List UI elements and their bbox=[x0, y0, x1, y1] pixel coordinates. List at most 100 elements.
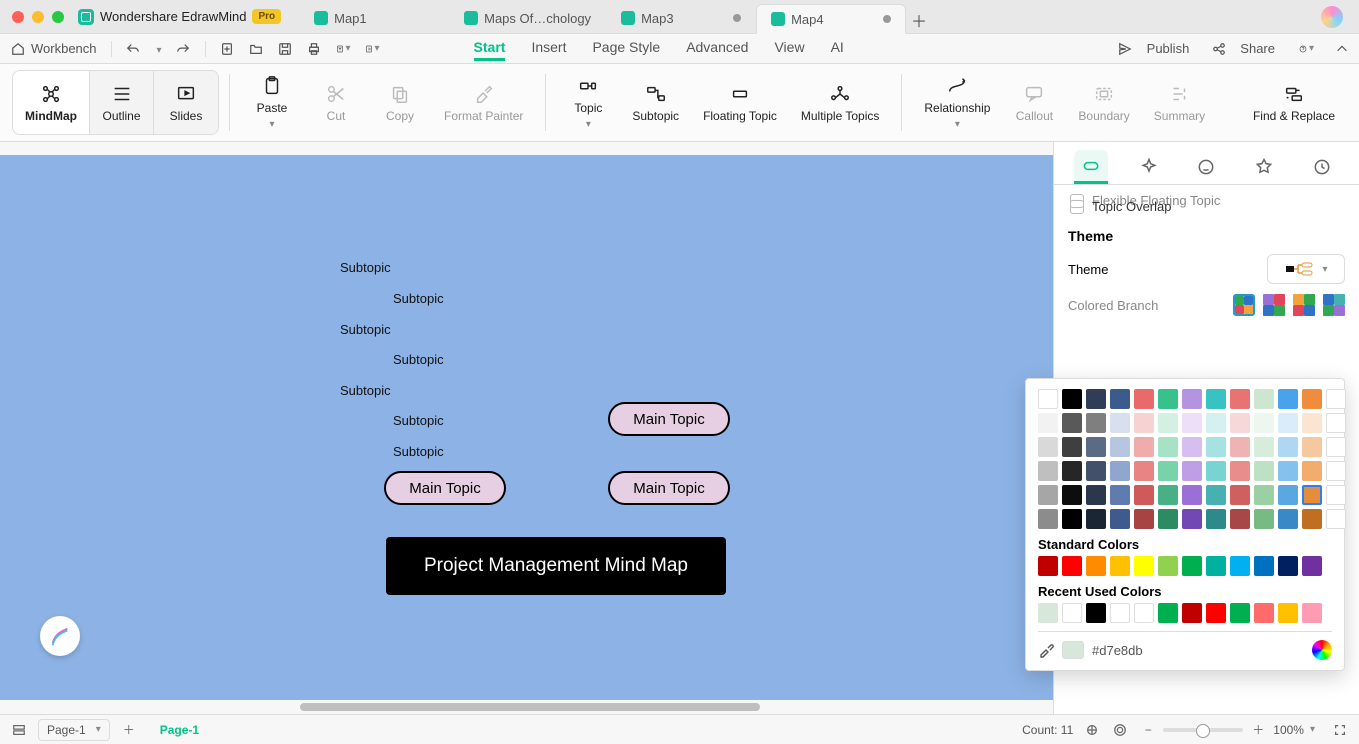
locate-button[interactable] bbox=[1111, 723, 1129, 737]
multiple-topics-button[interactable]: Multiple Topics bbox=[789, 70, 891, 135]
color-swatch[interactable] bbox=[1182, 461, 1202, 481]
undo-history-dropdown[interactable] bbox=[155, 41, 162, 56]
page-dropdown[interactable]: Page-1 ▾ bbox=[38, 719, 110, 741]
subtopic-node[interactable]: Subtopic bbox=[340, 260, 391, 275]
redo-button[interactable] bbox=[176, 41, 191, 56]
save-button[interactable] bbox=[278, 41, 293, 56]
theme-select[interactable]: ▾ bbox=[1267, 254, 1345, 284]
view-mindmap-button[interactable]: MindMap bbox=[13, 71, 90, 134]
eyedropper-button[interactable] bbox=[1038, 642, 1054, 658]
color-swatch[interactable] bbox=[1038, 603, 1058, 623]
color-swatch[interactable] bbox=[1206, 485, 1226, 505]
color-swatch[interactable] bbox=[1110, 437, 1130, 457]
color-swatch[interactable] bbox=[1038, 389, 1058, 409]
color-swatch[interactable] bbox=[1158, 485, 1178, 505]
main-topic-node[interactable]: Main Topic bbox=[384, 471, 506, 505]
subtopic-node[interactable]: Subtopic bbox=[340, 383, 391, 398]
color-swatch[interactable] bbox=[1062, 509, 1082, 529]
menu-view[interactable]: View bbox=[774, 36, 804, 61]
color-swatch[interactable] bbox=[1134, 509, 1154, 529]
panel-tab-emoji[interactable] bbox=[1189, 150, 1223, 184]
color-swatch[interactable] bbox=[1206, 413, 1226, 433]
color-swatch[interactable] bbox=[1134, 461, 1154, 481]
undo-button[interactable] bbox=[126, 41, 141, 56]
help-button[interactable] bbox=[1299, 41, 1314, 56]
color-swatch[interactable] bbox=[1254, 437, 1274, 457]
color-swatch[interactable] bbox=[1254, 509, 1274, 529]
panel-tab-style[interactable] bbox=[1247, 150, 1281, 184]
color-swatch[interactable] bbox=[1302, 509, 1322, 529]
minimize-window-icon[interactable] bbox=[32, 11, 44, 23]
color-swatch[interactable] bbox=[1326, 461, 1346, 481]
color-swatch[interactable] bbox=[1302, 556, 1322, 576]
color-swatch[interactable] bbox=[1182, 556, 1202, 576]
color-swatch[interactable] bbox=[1230, 461, 1250, 481]
doc-tab-map1[interactable]: Map1 bbox=[299, 3, 449, 33]
color-swatch[interactable] bbox=[1134, 556, 1154, 576]
page-tab-active[interactable]: Page-1 bbox=[148, 723, 211, 737]
color-swatch[interactable] bbox=[1062, 389, 1082, 409]
copy-button[interactable]: Copy bbox=[368, 70, 432, 135]
subtopic-node[interactable]: Subtopic bbox=[393, 291, 444, 306]
close-window-icon[interactable] bbox=[12, 11, 24, 23]
color-swatch[interactable] bbox=[1134, 485, 1154, 505]
fullscreen-button[interactable] bbox=[1331, 723, 1349, 737]
format-painter-button[interactable]: Format Painter bbox=[432, 70, 535, 135]
publish-button[interactable]: Publish bbox=[1147, 41, 1190, 56]
import-button[interactable] bbox=[365, 41, 380, 56]
topic-button[interactable]: Topic ▾ bbox=[556, 70, 620, 135]
color-swatch[interactable] bbox=[1254, 389, 1274, 409]
color-swatch[interactable] bbox=[1038, 485, 1058, 505]
open-file-button[interactable] bbox=[249, 41, 264, 56]
color-swatch[interactable] bbox=[1230, 413, 1250, 433]
color-swatch[interactable] bbox=[1254, 461, 1274, 481]
color-swatch[interactable] bbox=[1062, 413, 1082, 433]
workbench-button[interactable]: Workbench bbox=[10, 41, 97, 56]
root-topic-node[interactable]: Project Management Mind Map bbox=[386, 537, 726, 595]
color-swatch[interactable] bbox=[1086, 437, 1106, 457]
color-swatch[interactable] bbox=[1134, 603, 1154, 623]
color-swatch[interactable] bbox=[1158, 556, 1178, 576]
summary-button[interactable]: Summary bbox=[1142, 70, 1217, 135]
horizontal-scrollbar[interactable] bbox=[0, 700, 1053, 714]
doc-tab-map3[interactable]: Map3 bbox=[606, 3, 756, 33]
color-swatch[interactable] bbox=[1038, 461, 1058, 481]
color-swatch[interactable] bbox=[1326, 485, 1346, 505]
color-swatch[interactable] bbox=[1110, 556, 1130, 576]
subtopic-node[interactable]: Subtopic bbox=[393, 413, 444, 428]
color-swatch[interactable] bbox=[1062, 461, 1082, 481]
color-swatch[interactable] bbox=[1254, 556, 1274, 576]
color-swatch[interactable] bbox=[1326, 413, 1346, 433]
subtopic-node[interactable]: Subtopic bbox=[340, 322, 391, 337]
color-swatch[interactable] bbox=[1062, 603, 1082, 623]
color-swatch[interactable] bbox=[1326, 437, 1346, 457]
color-swatch[interactable] bbox=[1278, 603, 1298, 623]
callout-button[interactable]: Callout bbox=[1002, 70, 1066, 135]
find-replace-button[interactable]: Find & Replace bbox=[1241, 70, 1347, 135]
color-swatch[interactable] bbox=[1278, 389, 1298, 409]
color-swatch[interactable] bbox=[1254, 603, 1274, 623]
color-swatch[interactable] bbox=[1158, 437, 1178, 457]
color-swatch[interactable] bbox=[1134, 437, 1154, 457]
color-swatch[interactable] bbox=[1158, 509, 1178, 529]
zoom-in-button[interactable]: ＋ bbox=[1249, 721, 1267, 738]
doc-tab-maps-of[interactable]: Maps Of…chology bbox=[449, 3, 606, 33]
color-swatch[interactable] bbox=[1230, 389, 1250, 409]
color-swatch[interactable] bbox=[1110, 461, 1130, 481]
color-swatch[interactable] bbox=[1230, 509, 1250, 529]
color-swatch[interactable] bbox=[1110, 603, 1130, 623]
scroll-thumb[interactable] bbox=[300, 703, 760, 711]
color-swatch[interactable] bbox=[1134, 389, 1154, 409]
color-swatch[interactable] bbox=[1302, 461, 1322, 481]
color-swatch[interactable] bbox=[1158, 603, 1178, 623]
color-swatch[interactable] bbox=[1038, 413, 1058, 433]
color-swatch[interactable] bbox=[1134, 413, 1154, 433]
color-swatch[interactable] bbox=[1182, 413, 1202, 433]
color-swatch[interactable] bbox=[1230, 437, 1250, 457]
color-swatch[interactable] bbox=[1302, 485, 1322, 505]
export-button[interactable] bbox=[336, 41, 351, 56]
color-swatch[interactable] bbox=[1086, 556, 1106, 576]
doc-tab-map4[interactable]: Map4 bbox=[756, 4, 906, 34]
zoom-slider[interactable] bbox=[1163, 728, 1243, 732]
color-swatch[interactable] bbox=[1302, 603, 1322, 623]
